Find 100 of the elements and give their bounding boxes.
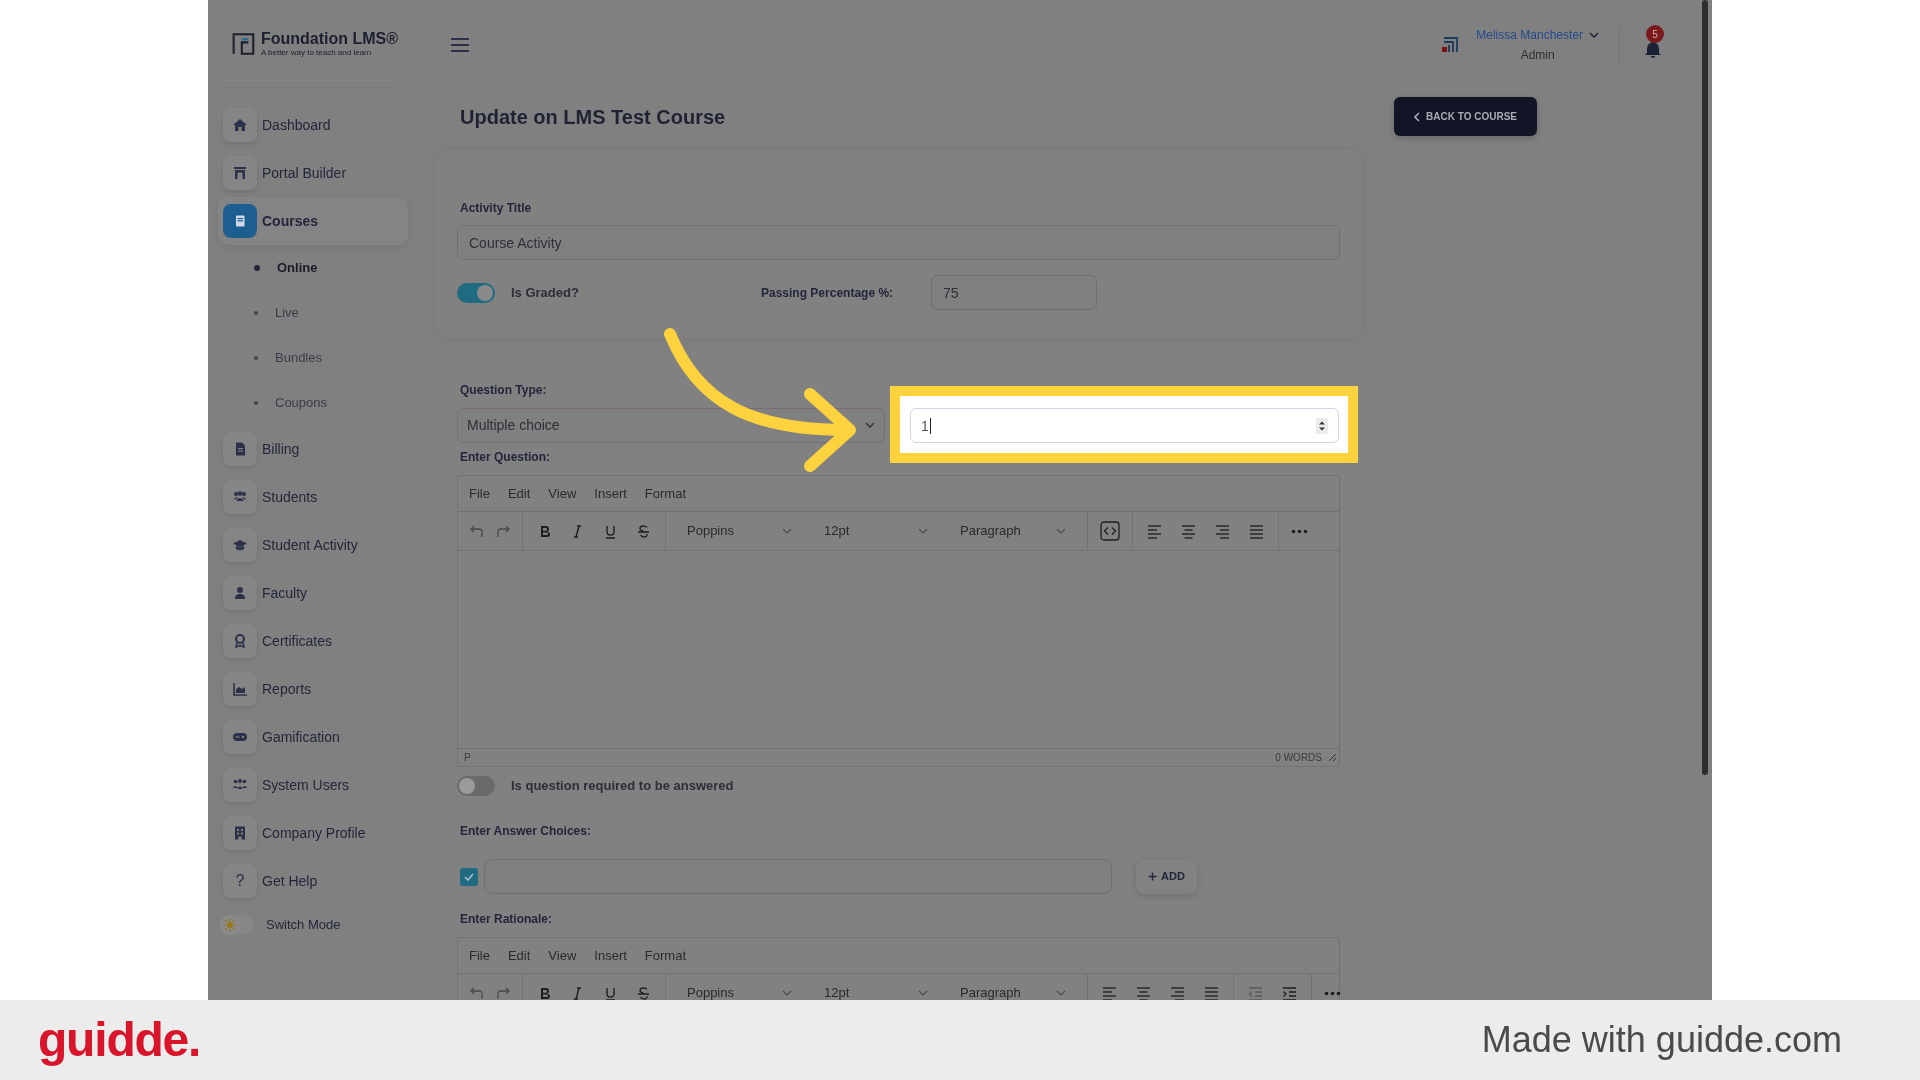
- toggle-switch[interactable]: [457, 282, 495, 303]
- editor-dropdown[interactable]: 12pt: [813, 512, 939, 550]
- align-right-icon[interactable]: [1214, 522, 1231, 540]
- align-left-icon[interactable]: [1101, 984, 1118, 1000]
- more-icon[interactable]: [1291, 528, 1308, 534]
- align-left-icon[interactable]: [1146, 522, 1163, 540]
- editor-menu-item[interactable]: File: [467, 483, 492, 504]
- editor-dropdown[interactable]: 12pt: [813, 974, 939, 1000]
- switch-mode-label: Switch Mode: [266, 916, 341, 935]
- more-icon[interactable]: [1324, 990, 1341, 996]
- editor-menu-item[interactable]: Format: [642, 483, 688, 504]
- chevron-down-icon: [782, 528, 792, 534]
- sidebar-item[interactable]: Company Profile: [218, 809, 408, 857]
- editor-menu-item[interactable]: Edit: [505, 945, 533, 966]
- justify-icon[interactable]: [1248, 522, 1265, 540]
- user-name[interactable]: Melissa Manchester: [1476, 26, 1583, 44]
- outdent-icon[interactable]: [1247, 984, 1264, 1000]
- guidde-logo: guidde.: [38, 1012, 201, 1068]
- field-label: Question Type:: [459, 382, 548, 398]
- graduation-cap-icon: [232, 537, 248, 553]
- strikethrough-icon[interactable]: [635, 522, 652, 540]
- brand-name: Foundation LMS®: [260, 30, 398, 47]
- indent-icon[interactable]: [1281, 984, 1298, 1000]
- align-center-icon[interactable]: [1135, 984, 1152, 1000]
- chevron-left-icon: [1414, 111, 1421, 122]
- submenu-item[interactable]: Coupons: [218, 380, 408, 425]
- notification-badge: 5: [1646, 25, 1664, 43]
- toggle-switch[interactable]: [457, 776, 495, 796]
- building-icon: [232, 825, 248, 841]
- sidebar-item[interactable]: System Users: [218, 761, 408, 809]
- toggle-label: Is Graded?: [511, 283, 580, 302]
- spinner-icon[interactable]: [1316, 417, 1328, 434]
- field-label: Enter Question:: [459, 449, 551, 465]
- page-title: Update on LMS Test Course: [459, 104, 726, 130]
- submenu-item[interactable]: Live: [218, 290, 408, 335]
- back-button[interactable]: BACK TO COURSE: [1394, 97, 1537, 136]
- editor-menu-item[interactable]: Insert: [592, 483, 629, 504]
- editor-menu-item[interactable]: View: [546, 945, 579, 966]
- scrollbar-thumb[interactable]: [1702, 0, 1708, 775]
- plus-icon: [1148, 872, 1157, 881]
- sidebar-item[interactable]: Students: [218, 473, 408, 521]
- editor-menu-item[interactable]: Format: [642, 945, 688, 966]
- passing-percentage-field[interactable]: 75: [931, 275, 1097, 310]
- editor-menu-item[interactable]: File: [467, 945, 492, 966]
- sidebar-item[interactable]: ? Get Help: [218, 857, 408, 905]
- submenu-item[interactable]: Online: [218, 245, 408, 290]
- code-icon[interactable]: [1100, 521, 1120, 541]
- bars-icon: [1440, 35, 1461, 55]
- brand-tagline: A better way to teach and learn: [260, 48, 373, 57]
- editor-menu-item[interactable]: View: [546, 483, 579, 504]
- credit-text: Made with guidde.com: [1481, 1018, 1842, 1062]
- activity-title-field[interactable]: Course Activity: [457, 225, 1340, 260]
- editor-dropdown[interactable]: Paragraph: [949, 512, 1077, 550]
- help-icon: ?: [235, 869, 245, 893]
- sidebar-item[interactable]: Gamification: [218, 713, 408, 761]
- sidebar-item[interactable]: Courses: [218, 197, 408, 245]
- sidebar-item[interactable]: Faculty: [218, 569, 408, 617]
- field-label: Enter Rationale:: [459, 911, 553, 927]
- sidebar-item[interactable]: Billing: [218, 425, 408, 473]
- add-button[interactable]: ADD: [1136, 859, 1197, 894]
- resize-handle-icon[interactable]: [1328, 753, 1337, 762]
- field-label: Passing Percentage %:: [761, 284, 895, 301]
- sidebar-item[interactable]: Student Activity: [218, 521, 408, 569]
- editor-path: P: [464, 751, 471, 765]
- word-count: 0 WORDS: [1275, 751, 1322, 765]
- submenu-item[interactable]: Bundles: [218, 335, 408, 380]
- question-points-field[interactable]: 1: [910, 408, 1339, 443]
- chevron-down-icon: [918, 990, 928, 996]
- sidebar-item[interactable]: Reports: [218, 665, 408, 713]
- mode-switch[interactable]: [220, 915, 254, 935]
- sidebar-item[interactable]: Certificates: [218, 617, 408, 665]
- checkmark-icon: [464, 872, 474, 881]
- person-icon: [232, 585, 248, 601]
- field-label: Activity Title: [459, 200, 533, 216]
- toggle-label: Is question required to be answered: [511, 777, 734, 796]
- chevron-down-icon: [865, 422, 875, 429]
- strikethrough-icon[interactable]: [635, 984, 652, 1000]
- justify-icon[interactable]: [1203, 984, 1220, 1000]
- sidebar-item[interactable]: Portal Builder: [218, 149, 408, 197]
- chevron-down-icon: [918, 528, 928, 534]
- sun-icon: [223, 918, 237, 932]
- align-right-icon[interactable]: [1169, 984, 1186, 1000]
- editor-menu-item[interactable]: Insert: [592, 945, 629, 966]
- chevron-down-icon: [1056, 528, 1066, 534]
- field-label: Enter Answer Choices:: [459, 823, 592, 839]
- sidebar-item[interactable]: Dashboard: [218, 101, 408, 149]
- user-role: Admin: [1520, 47, 1555, 64]
- align-center-icon[interactable]: [1180, 522, 1197, 540]
- chevron-down-icon[interactable]: [1589, 31, 1599, 39]
- editor-dropdown[interactable]: Poppins: [676, 512, 803, 550]
- home-icon: [232, 117, 248, 133]
- menu-icon[interactable]: [450, 37, 470, 53]
- bell-icon[interactable]: [1644, 41, 1662, 59]
- answer-checkbox[interactable]: [460, 867, 478, 886]
- editor-menu-item[interactable]: Edit: [505, 483, 533, 504]
- editor-dropdown[interactable]: Poppins: [676, 974, 803, 1000]
- chart-icon: [232, 681, 248, 697]
- building-icon: [232, 165, 248, 181]
- award-icon: [232, 633, 248, 649]
- editor-dropdown[interactable]: Paragraph: [949, 974, 1077, 1000]
